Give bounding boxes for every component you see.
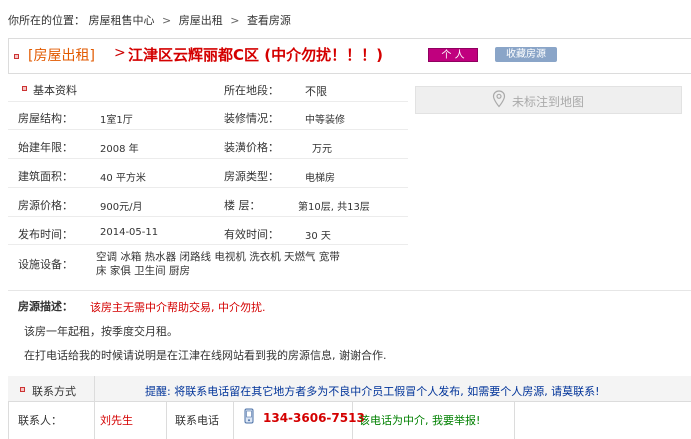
- breadcrumb-separator: >: [162, 14, 172, 27]
- contact-phone-value: 134-3606-7513: [263, 411, 365, 425]
- listing-title: 江津区云辉丽都C区 (中介勿扰！！！): [128, 46, 383, 64]
- facilities-line-2: 床 家俱 卫生间 厨房: [96, 265, 191, 277]
- breadcrumb-rental-center[interactable]: 房屋租售中心: [89, 14, 155, 27]
- year-built-value: 2008 年: [100, 144, 139, 155]
- map-pin-icon: [492, 90, 506, 111]
- description-note: 在打电话给我的时候请说明是在江津在线网站看到我的房源信息, 谢谢合作.: [24, 349, 387, 362]
- breadcrumb-house-rent[interactable]: 房屋出租: [179, 14, 223, 27]
- contact-phone-label: 联系电话: [175, 414, 219, 427]
- floor-label: 楼 层：: [224, 199, 261, 212]
- report-agent-link[interactable]: 该电话为中介, 我要举报!: [359, 412, 480, 428]
- structure-label: 房屋结构：: [18, 112, 73, 125]
- valid-time-label: 有效时间：: [224, 228, 279, 241]
- publish-time-value: 2014-05-11: [100, 227, 159, 238]
- breadcrumb: 你所在的位置： 房屋租售中心 > 房屋出租 > 查看房源: [8, 12, 291, 28]
- contact-notice: 提醒: 将联系电话留在其它地方者多为不良中介员工假冒个人发布, 如需要个人房源,…: [145, 385, 600, 398]
- bullet-icon: [22, 86, 27, 91]
- phone-icon: [243, 408, 255, 427]
- facilities-line-1: 空调 冰箱 热水器 闭路线 电视机 洗衣机 天燃气 宽带: [96, 251, 340, 263]
- favorite-listing-button[interactable]: 收藏房源: [495, 47, 557, 62]
- price-label: 房源价格：: [18, 199, 73, 212]
- floor-value: 第10层, 共13层: [298, 202, 370, 213]
- description-heading: 房源描述：: [18, 300, 73, 313]
- facilities-label: 设施设备：: [18, 258, 73, 271]
- description-text: 该房一年起租，按季度交月租。: [24, 325, 178, 338]
- valid-time-value: 30 天: [305, 231, 331, 242]
- property-type-value: 电梯房: [305, 173, 335, 184]
- map-not-marked-label: 未标注到地图: [512, 95, 585, 109]
- decoration-label: 装修情况：: [224, 112, 279, 125]
- contact-heading: 联系方式: [32, 385, 76, 398]
- breadcrumb-separator: >: [230, 14, 240, 27]
- price-value: 900元/月: [100, 202, 143, 213]
- contact-person-value: 刘先生: [100, 414, 133, 427]
- area-label: 建筑面积：: [18, 170, 73, 183]
- structure-value: 1室1厅: [100, 115, 133, 126]
- basic-info-heading: 基本资料: [33, 84, 77, 97]
- description-warning: 该房主无需中介帮助交易, 中介勿扰.: [90, 301, 266, 314]
- listing-category-link[interactable]: [房屋出租]: [28, 45, 95, 65]
- year-built-label: 始建年限：: [18, 141, 73, 154]
- title-arrow: >: [114, 45, 126, 61]
- area-value: 40 平方米: [100, 173, 146, 184]
- breadcrumb-current: 查看房源: [246, 14, 291, 27]
- personal-badge: 个 人: [428, 48, 478, 62]
- decoration-price-value: 万元: [312, 144, 332, 155]
- publish-time-label: 发布时间：: [18, 228, 73, 241]
- decoration-price-label: 装潢价格：: [224, 141, 279, 154]
- breadcrumb-prefix: 你所在的位置：: [8, 14, 85, 27]
- contact-person-label: 联系人：: [18, 414, 62, 427]
- location-label: 所在地段：: [224, 84, 279, 97]
- bullet-icon: [14, 54, 19, 59]
- bullet-icon: [20, 387, 25, 392]
- decoration-value: 中等装修: [305, 115, 345, 126]
- property-type-label: 房源类型：: [224, 170, 279, 183]
- location-value: 不限: [305, 85, 327, 98]
